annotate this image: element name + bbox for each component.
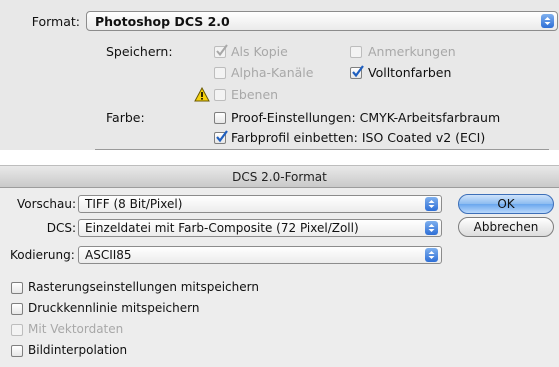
dcs-value: Einzeldatei mit Farb-Composite (72 Pixel… bbox=[85, 221, 359, 235]
popup-stepper-icon bbox=[425, 248, 438, 262]
save-label: Speichern: bbox=[106, 44, 173, 59]
popup-stepper-icon bbox=[425, 221, 438, 235]
format-label: Format: bbox=[31, 14, 80, 29]
alpha-kanaele-checkbox[interactable] bbox=[214, 67, 226, 79]
checkmark-icon bbox=[216, 130, 228, 143]
preview-label: Vorschau: bbox=[16, 197, 76, 211]
vector-data-label: Mit Vektordaten bbox=[28, 322, 124, 336]
format-popup[interactable]: Photoshop DCS 2.0 bbox=[86, 11, 558, 31]
dcs-popup[interactable]: Einzeldatei mit Farb-Composite (72 Pixel… bbox=[78, 219, 442, 237]
proof-label: Proof-Einstellungen: CMYK-Arbeitsfarbrau… bbox=[231, 110, 501, 125]
cancel-button[interactable]: Abbrechen bbox=[458, 217, 554, 237]
alpha-kanaele-label: Alpha-Kanäle bbox=[231, 65, 314, 80]
volltonfarben-checkbox[interactable] bbox=[350, 65, 364, 79]
raster-settings-checkbox[interactable] bbox=[11, 282, 23, 294]
proof-checkbox[interactable] bbox=[214, 112, 226, 124]
raster-settings-label: Rasterungseinstellungen mitspeichern bbox=[28, 280, 259, 294]
transfer-function-checkbox[interactable] bbox=[11, 303, 23, 315]
popup-stepper-icon bbox=[425, 197, 438, 211]
ebenen-checkbox[interactable] bbox=[214, 89, 226, 101]
als-kopie-label: Als Kopie bbox=[231, 44, 288, 59]
ebenen-label: Ebenen bbox=[231, 87, 279, 102]
profile-label: Farbprofil einbetten: ISO Coated v2 (ECI… bbox=[231, 130, 486, 145]
als-kopie-checkbox[interactable] bbox=[214, 44, 228, 58]
anmerkungen-checkbox[interactable] bbox=[350, 46, 362, 58]
interpolation-checkbox[interactable] bbox=[11, 345, 23, 357]
warning-icon bbox=[194, 86, 210, 105]
anmerkungen-label: Anmerkungen bbox=[368, 44, 456, 59]
preview-popup[interactable]: TIFF (8 Bit/Pixel) bbox=[78, 195, 442, 213]
dcs-format-dialog: Vorschau: TIFF (8 Bit/Pixel) DCS: Einzel… bbox=[0, 188, 559, 367]
ok-button[interactable]: OK bbox=[458, 194, 554, 214]
save-options-panel: Format: Photoshop DCS 2.0 Speichern: Als… bbox=[0, 0, 559, 150]
dialog-title: DCS 2.0-Format bbox=[232, 170, 327, 184]
checkmark-icon bbox=[216, 44, 228, 57]
divider bbox=[95, 149, 549, 150]
color-label: Farbe: bbox=[106, 110, 145, 125]
format-value: Photoshop DCS 2.0 bbox=[95, 14, 230, 29]
encoding-popup[interactable]: ASCII85 bbox=[78, 246, 442, 264]
popup-stepper-icon bbox=[541, 14, 554, 28]
encoding-label: Kodierung: bbox=[10, 248, 75, 262]
profile-checkbox[interactable] bbox=[214, 130, 228, 144]
vector-data-checkbox[interactable] bbox=[11, 324, 23, 336]
volltonfarben-label: Volltonfarben bbox=[368, 65, 452, 80]
dialog-titlebar[interactable]: DCS 2.0-Format bbox=[0, 165, 559, 188]
dcs-label: DCS: bbox=[46, 221, 76, 235]
transfer-function-label: Druckkennlinie mitspeichern bbox=[28, 301, 200, 315]
checkmark-icon bbox=[352, 65, 364, 78]
interpolation-label: Bildinterpolation bbox=[28, 343, 128, 357]
preview-value: TIFF (8 Bit/Pixel) bbox=[85, 197, 183, 211]
encoding-value: ASCII85 bbox=[85, 248, 132, 262]
